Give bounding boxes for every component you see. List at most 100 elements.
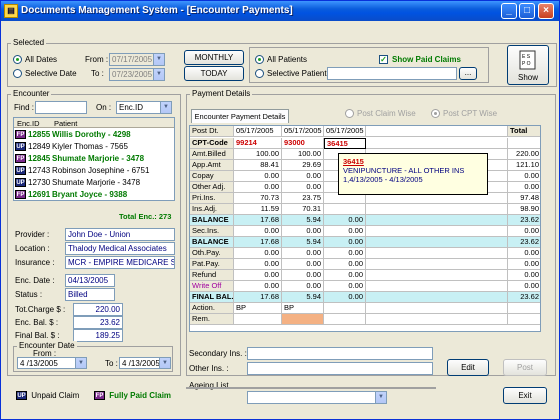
from-date-field[interactable]: 07/17/2005 ▼: [109, 53, 165, 66]
exit-button[interactable]: Exit: [503, 387, 547, 404]
grid-cell[interactable]: 0.00: [324, 281, 366, 292]
grid-row-total[interactable]: [508, 303, 540, 314]
grid-row-label[interactable]: Ins.Adj.: [190, 204, 234, 215]
grid-row-total[interactable]: 220.00: [508, 149, 540, 160]
grid-cell-blank[interactable]: [366, 314, 508, 325]
grid-cell[interactable]: 88.41: [234, 160, 282, 171]
grid-cell-blank[interactable]: [366, 215, 508, 226]
grid-row-label[interactable]: Amt.Billed: [190, 149, 234, 160]
grid-cell[interactable]: 11.59: [234, 204, 282, 215]
grid-cell[interactable]: 0.00: [234, 248, 282, 259]
status-field[interactable]: Billed: [65, 288, 115, 301]
grid-cell[interactable]: 5.94: [282, 292, 324, 303]
enc-bal-field[interactable]: 23.62: [73, 316, 123, 329]
list-item[interactable]: UP 12849 Kiyler Thomas - 7565: [14, 142, 174, 153]
grid-row-total[interactable]: 0.00: [508, 281, 540, 292]
grid-cell-blank[interactable]: [366, 303, 508, 314]
grid-cell[interactable]: [324, 314, 366, 325]
grid-cell-blank[interactable]: [366, 270, 508, 281]
enc-to-date-picker[interactable]: 4 /13/2005 ▼: [119, 357, 171, 369]
grid-row-label[interactable]: Copay: [190, 171, 234, 182]
grid-cell[interactable]: 17.68: [234, 215, 282, 226]
grid-cell[interactable]: [282, 314, 324, 325]
grid-row-label[interactable]: Rem.: [190, 314, 234, 325]
grid-row-total[interactable]: 0.00: [508, 248, 540, 259]
grid-row-total[interactable]: [508, 138, 540, 149]
grid-cell[interactable]: 0.00: [282, 182, 324, 193]
grid-row-label[interactable]: Sec.Ins.: [190, 226, 234, 237]
list-item[interactable]: UP 12730 Shumate Marjorie - 3478: [14, 178, 174, 189]
grid-cell[interactable]: 0.00: [234, 182, 282, 193]
to-date-field[interactable]: 07/23/2005 ▼: [109, 68, 165, 81]
ageing-list-select[interactable]: ▼: [247, 391, 387, 404]
grid-cell[interactable]: BP: [234, 303, 282, 314]
edit-button[interactable]: Edit: [447, 359, 489, 376]
grid-cell[interactable]: 0.00: [324, 226, 366, 237]
enc-from-date-picker[interactable]: 4 /13/2005 ▼: [17, 357, 87, 369]
show-paid-claims-checkbox[interactable]: ✓: [379, 55, 388, 64]
grid-cell[interactable]: 17.68: [234, 292, 282, 303]
grid-row-total[interactable]: 97.48: [508, 193, 540, 204]
post-cpt-wise-radio[interactable]: [431, 109, 440, 118]
grid-cell-blank[interactable]: [366, 248, 508, 259]
grid-cell[interactable]: 0.00: [234, 259, 282, 270]
grid-cell[interactable]: 0.00: [282, 259, 324, 270]
grid-cell-blank[interactable]: [366, 204, 508, 215]
grid-row-total[interactable]: 0.00: [508, 171, 540, 182]
final-bal-field[interactable]: 189.25: [73, 329, 123, 342]
encounter-list[interactable]: Enc.ID Patient FP 12855 Willis Dorothy - 4…: [13, 117, 175, 201]
grid-row-label[interactable]: Action.: [190, 303, 234, 314]
today-button[interactable]: TODAY: [184, 66, 244, 81]
grid-row-label[interactable]: Pat.Pay.: [190, 259, 234, 270]
find-input[interactable]: [35, 101, 87, 114]
grid-row-total[interactable]: 0.00: [508, 270, 540, 281]
grid-cell[interactable]: 0.00: [282, 270, 324, 281]
grid-cell[interactable]: 0.00: [234, 270, 282, 281]
grid-cell[interactable]: 0.00: [324, 270, 366, 281]
grid-header-date[interactable]: 05/17/2005: [234, 126, 282, 137]
tab-encounter-payment-details[interactable]: Encounter Payment Details: [191, 109, 289, 123]
grid-cell[interactable]: 100.00: [234, 149, 282, 160]
location-field[interactable]: Thalody Medical Associates: [65, 242, 175, 255]
grid-row-total[interactable]: 121.10: [508, 160, 540, 171]
grid-cell[interactable]: 36415: [324, 138, 366, 149]
grid-row-label[interactable]: Refund: [190, 270, 234, 281]
grid-row-label[interactable]: Write Off: [190, 281, 234, 292]
show-button[interactable]: E S P O Show: [507, 45, 549, 85]
grid-cell[interactable]: 0.00: [324, 248, 366, 259]
patient-search-field[interactable]: [327, 67, 457, 80]
post-button[interactable]: Post: [503, 359, 547, 376]
grid-cell[interactable]: 0.00: [324, 292, 366, 303]
grid-cell[interactable]: 70.73: [234, 193, 282, 204]
selective-date-radio[interactable]: [13, 69, 22, 78]
grid-cell-blank[interactable]: [366, 226, 508, 237]
grid-row-label[interactable]: Other Adj.: [190, 182, 234, 193]
grid-header-post-dt[interactable]: Post Dt.: [190, 126, 234, 137]
grid-cell[interactable]: 0.00: [324, 215, 366, 226]
insurance-field[interactable]: MCR - EMPIRE MEDICARE SERV: [65, 256, 175, 269]
grid-cell[interactable]: 100.00: [282, 149, 324, 160]
grid-cell[interactable]: 93000: [282, 138, 324, 149]
grid-cell[interactable]: BP: [282, 303, 324, 314]
grid-row-label[interactable]: BALANCE: [190, 237, 234, 248]
maximize-button[interactable]: □: [519, 3, 535, 19]
grid-row-total[interactable]: 23.62: [508, 215, 540, 226]
grid-cell[interactable]: 0.00: [234, 281, 282, 292]
grid-row-label[interactable]: App.Amt: [190, 160, 234, 171]
grid-row-label[interactable]: Pri.Ins.: [190, 193, 234, 204]
monthly-button[interactable]: MONTHLY: [184, 50, 244, 65]
grid-cell[interactable]: 17.68: [234, 237, 282, 248]
col-patient[interactable]: Patient: [54, 119, 77, 128]
grid-cell[interactable]: 0.00: [282, 171, 324, 182]
grid-cell-blank[interactable]: [366, 281, 508, 292]
grid-cell-blank[interactable]: [366, 292, 508, 303]
patient-browse-button[interactable]: ...: [459, 67, 477, 80]
grid-cell[interactable]: [324, 204, 366, 215]
list-item[interactable]: UP 12743 Robinson Josephine - 6751: [14, 166, 174, 177]
post-claim-wise-radio[interactable]: [345, 109, 354, 118]
grid-cell[interactable]: [324, 303, 366, 314]
provider-field[interactable]: John Doe - Union: [65, 228, 175, 241]
grid-row-total[interactable]: 0.00: [508, 226, 540, 237]
grid-cell[interactable]: 0.00: [324, 237, 366, 248]
tot-charge-field[interactable]: 220.00: [73, 303, 123, 316]
